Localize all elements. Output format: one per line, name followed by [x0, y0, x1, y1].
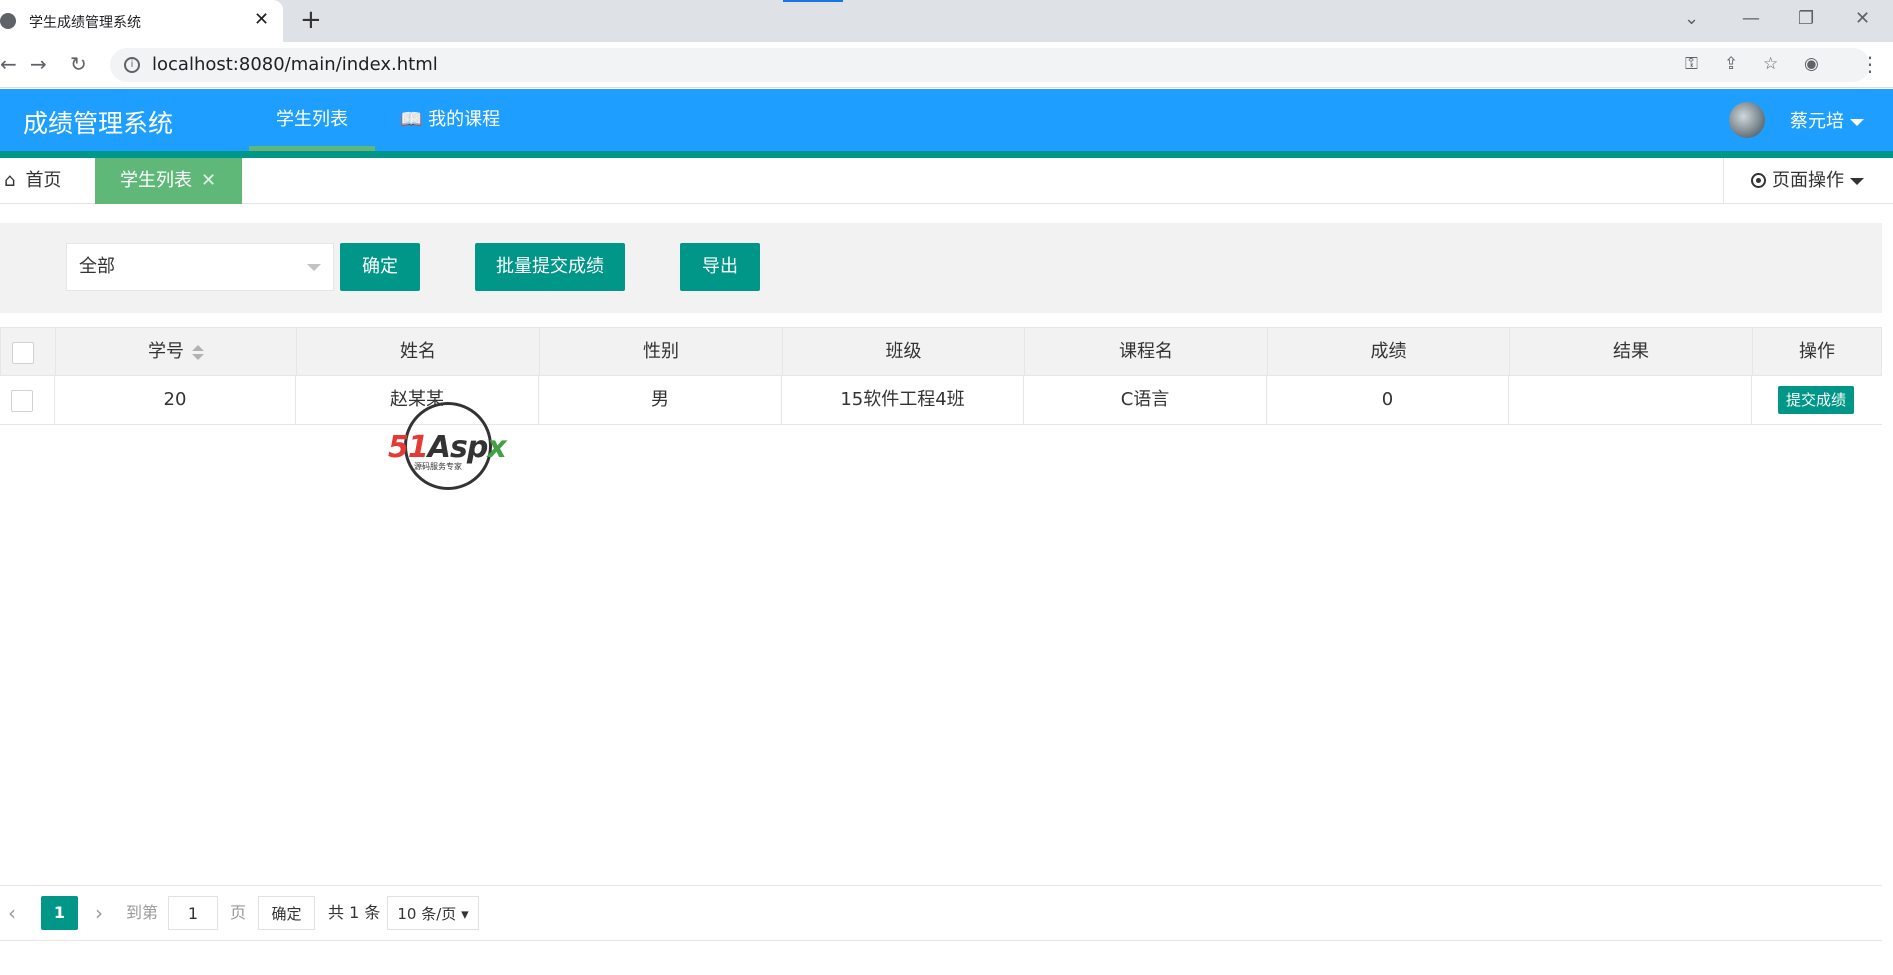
app-header: 成绩管理系统 学生列表 📖 我的课程 蔡元培 [0, 89, 1893, 151]
cell-action: 提交成绩 [1752, 376, 1880, 424]
page-operations-menu[interactable]: 页面操作 [1723, 158, 1893, 204]
row-checkbox[interactable] [11, 390, 33, 412]
loading-indicator [783, 0, 843, 2]
close-window-button[interactable]: ✕ [1855, 8, 1870, 29]
filter-toolbar: 全部 确定 批量提交成绩 导出 [0, 223, 1882, 313]
watermark-logo: 51Aspx 源码服务专家 [388, 402, 512, 492]
header-checkbox-cell [1, 328, 56, 376]
user-menu[interactable]: 蔡元培 [1790, 107, 1864, 133]
star-icon[interactable]: ☆ [1763, 54, 1778, 74]
header-gender: 性别 [540, 328, 783, 376]
prev-page-icon[interactable]: ‹ [8, 896, 16, 930]
tab-search-icon[interactable]: ⌄ [1684, 8, 1699, 29]
page-1-button[interactable]: 1 [41, 896, 78, 930]
app-brand: 成绩管理系统 [23, 109, 174, 138]
tab-student-list-label: 学生列表 [120, 170, 192, 191]
header-class: 班级 [783, 328, 1025, 376]
browser-tab[interactable]: 学生成绩管理系统 ✕ [0, 0, 283, 42]
cell-class: 15软件工程4班 [782, 376, 1024, 424]
sort-icon[interactable] [192, 344, 204, 360]
tab-student-list[interactable]: 学生列表 ✕ [95, 158, 242, 204]
restore-button[interactable]: ❐ [1798, 8, 1814, 29]
browser-menu-icon[interactable]: ⋮ [1860, 52, 1880, 76]
dropdown-arrow-icon [307, 264, 321, 271]
profile-icon[interactable]: ◉ [1804, 54, 1819, 74]
header-result: 结果 [1510, 328, 1753, 376]
cell-course: C语言 [1024, 376, 1267, 424]
close-tab-icon[interactable]: ✕ [201, 158, 216, 204]
nav-student-list-label: 学生列表 [276, 109, 348, 130]
next-page-icon[interactable]: › [95, 896, 103, 930]
page-size-select[interactable]: 10 条/页 ▾ [387, 896, 479, 930]
filter-select[interactable]: 全部 [66, 243, 334, 291]
forward-button[interactable]: → [30, 52, 47, 76]
page-tab-bar: ⌂ 首页 学生列表 ✕ 页面操作 [0, 158, 1893, 204]
header-name: 姓名 [297, 328, 540, 376]
export-button[interactable]: 导出 [680, 243, 760, 291]
header-action: 操作 [1799, 341, 1835, 362]
share-icon[interactable]: ⇪ [1724, 54, 1738, 74]
watermark-brand: 51Aspx [388, 430, 507, 465]
page-unit-label: 页 [230, 903, 247, 922]
target-icon [1751, 173, 1766, 188]
header-id-label: 学号 [148, 341, 184, 362]
back-button[interactable]: ← [0, 52, 17, 76]
total-count: 共 1 条 [328, 903, 381, 922]
row-checkbox-cell [0, 376, 55, 424]
pagination: ‹ 1 › 到第 1 页 确定 共 1 条 10 条/页 ▾ [0, 885, 1882, 941]
batch-submit-button[interactable]: 批量提交成绩 [475, 243, 625, 291]
avatar[interactable] [1729, 102, 1765, 138]
caret-down-icon [1850, 177, 1864, 185]
tab-home-label: 首页 [25, 170, 62, 191]
table-header: 学号 姓名 性别 班级 课程名 成绩 结果 操作 [0, 327, 1882, 376]
browser-tab-strip: 学生成绩管理系统 ✕ + ⌄ — ❐ ✕ [0, 0, 1893, 42]
minimize-button[interactable]: — [1742, 8, 1760, 29]
watermark-slogan: 源码服务专家 [414, 462, 462, 471]
nav-student-list[interactable]: 学生列表 [249, 89, 375, 151]
goto-page-input[interactable]: 1 [168, 896, 218, 930]
browser-tab-title: 学生成绩管理系统 [29, 15, 141, 31]
page-operations-label: 页面操作 [1772, 170, 1844, 191]
tab-home[interactable]: ⌂ 首页 [0, 158, 61, 204]
table-row: 20 赵某某 男 15软件工程4班 C语言 0 提交成绩 [0, 376, 1882, 425]
book-icon: 📖 [400, 109, 423, 130]
nav-my-courses[interactable]: 📖 我的课程 [400, 89, 510, 151]
cell-result [1509, 376, 1752, 424]
page-size-value: 10 条/页 [397, 905, 457, 923]
select-all-checkbox[interactable] [12, 342, 34, 364]
key-icon[interactable]: ⚿ [1685, 54, 1698, 74]
omnibox[interactable]: i localhost:8080/main/index.html ⚿ ⇪ ☆ ◉ [110, 48, 1870, 82]
header-accent-bar [0, 151, 1893, 158]
address-bar: ← → ↻ i localhost:8080/main/index.html ⚿… [0, 42, 1893, 88]
home-icon: ⌂ [4, 170, 16, 191]
header-course: 课程名 [1025, 328, 1268, 376]
confirm-button[interactable]: 确定 [340, 243, 420, 291]
reload-button[interactable]: ↻ [70, 52, 87, 76]
header-id[interactable]: 学号 [56, 328, 297, 376]
filter-select-value: 全部 [79, 256, 115, 277]
close-tab-icon[interactable]: ✕ [254, 9, 269, 30]
submit-score-button[interactable]: 提交成绩 [1777, 386, 1854, 414]
header-score: 成绩 [1268, 328, 1510, 376]
nav-my-courses-label: 我的课程 [428, 109, 501, 130]
cell-id: 20 [55, 376, 296, 424]
info-icon[interactable]: i [124, 57, 140, 73]
cell-score: 0 [1267, 376, 1509, 424]
caret-down-icon [1850, 118, 1864, 126]
goto-confirm-button[interactable]: 确定 [258, 896, 315, 930]
goto-label: 到第 [126, 903, 159, 922]
url-text[interactable]: localhost:8080/main/index.html [152, 54, 438, 75]
globe-icon [0, 13, 16, 29]
cell-gender: 男 [539, 376, 782, 424]
user-name: 蔡元培 [1790, 111, 1844, 132]
chevron-down-icon: ▾ [461, 905, 469, 923]
new-tab-button[interactable]: + [300, 6, 322, 34]
